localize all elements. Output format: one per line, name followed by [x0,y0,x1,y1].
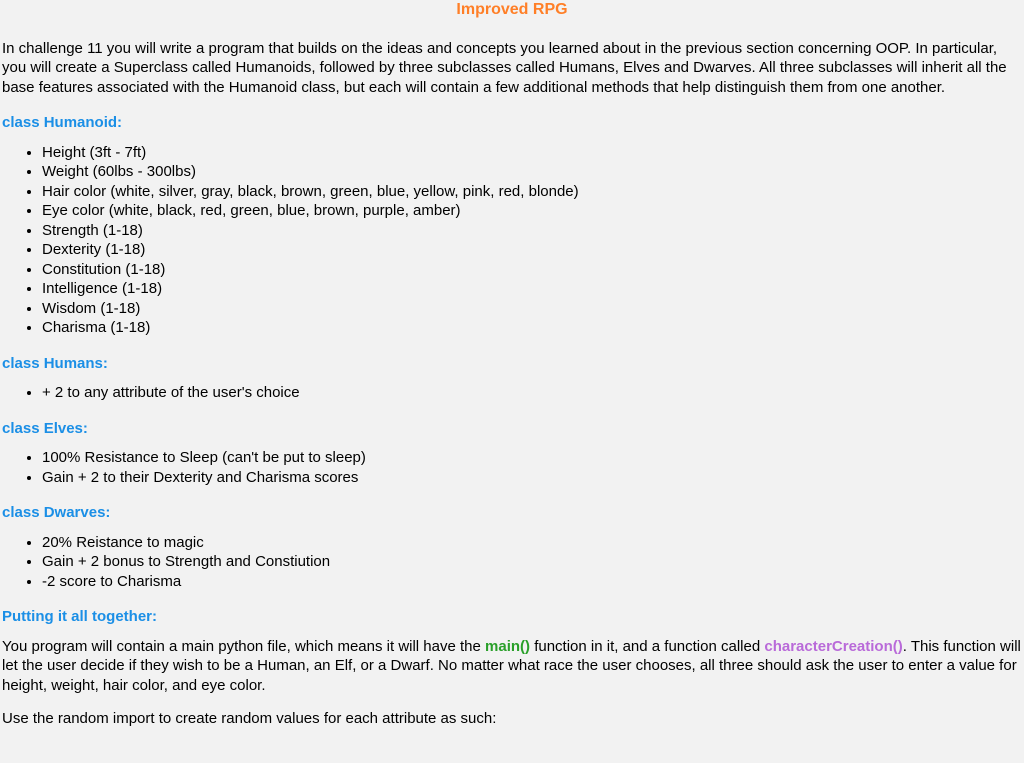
list-item: Gain + 2 to their Dexterity and Charisma… [42,468,1022,488]
list-dwarves: 20% Reistance to magic Gain + 2 bonus to… [2,533,1022,592]
page-title: Improved RPG [2,0,1022,21]
heading-dwarves: class Dwarves: [2,503,1022,523]
list-item: Wisdom (1-18) [42,299,1022,319]
list-item: Hair color (white, silver, gray, black, … [42,182,1022,202]
function-main: main() [485,638,530,655]
list-item: Height (3ft - 7ft) [42,143,1022,163]
heading-humanoid: class Humanoid: [2,113,1022,133]
list-humans: + 2 to any attribute of the user's choic… [2,383,1022,403]
list-item: Weight (60lbs - 300lbs) [42,162,1022,182]
together-paragraph-2: Use the random import to create random v… [2,709,1022,729]
list-item: + 2 to any attribute of the user's choic… [42,383,1022,403]
list-item: 20% Reistance to magic [42,533,1022,553]
function-character-creation: characterCreation() [764,638,902,655]
list-item: -2 score to Charisma [42,572,1022,592]
list-item: Gain + 2 bonus to Strength and Constiuti… [42,552,1022,572]
heading-humans: class Humans: [2,354,1022,374]
together-paragraph-1: You program will contain a main python f… [2,637,1022,696]
list-humanoid: Height (3ft - 7ft) Weight (60lbs - 300lb… [2,143,1022,338]
heading-together: Putting it all together: [2,607,1022,627]
text-fragment: You program will contain a main python f… [2,638,485,655]
list-item: Constitution (1-18) [42,260,1022,280]
list-item: Strength (1-18) [42,221,1022,241]
text-fragment: function in it, and a function called [530,638,764,655]
list-item: Charisma (1-18) [42,318,1022,338]
heading-elves: class Elves: [2,419,1022,439]
intro-paragraph: In challenge 11 you will write a program… [2,39,1022,98]
list-elves: 100% Resistance to Sleep (can't be put t… [2,448,1022,487]
list-item: Intelligence (1-18) [42,279,1022,299]
list-item: Eye color (white, black, red, green, blu… [42,201,1022,221]
list-item: Dexterity (1-18) [42,240,1022,260]
list-item: 100% Resistance to Sleep (can't be put t… [42,448,1022,468]
